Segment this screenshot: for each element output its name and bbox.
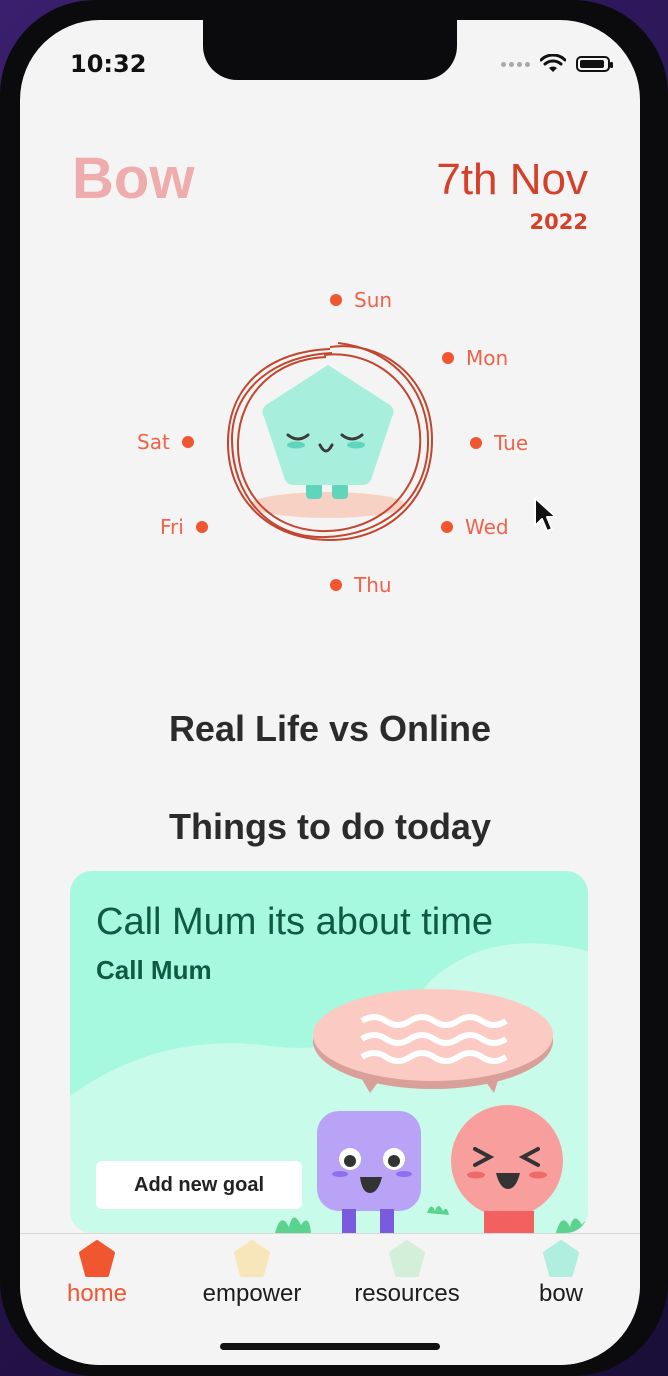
- section-things-to-do: Things to do today: [169, 806, 491, 847]
- day-label: Thu: [354, 573, 392, 597]
- day-dot: [195, 521, 208, 533]
- date-label: 7th Nov: [436, 155, 588, 204]
- todo-subtitle: Call Mum: [96, 955, 212, 985]
- day-dot: [442, 352, 454, 364]
- add-new-goal-button[interactable]: Add new goal: [96, 1161, 302, 1209]
- tab-home[interactable]: home: [22, 1234, 172, 1324]
- day-label: Tue: [494, 431, 529, 455]
- section-real-life: Real Life vs Online: [168, 708, 492, 749]
- tab-empower[interactable]: empower: [177, 1234, 327, 1324]
- tab-label: home: [66, 1280, 128, 1307]
- day-label: Sat: [137, 430, 170, 454]
- day-label: Mon: [466, 346, 509, 370]
- wifi-icon: [540, 54, 566, 72]
- day-label: Fri: [160, 515, 184, 539]
- day-tue[interactable]: Tue: [470, 431, 528, 455]
- tab-bow[interactable]: bow: [486, 1234, 636, 1324]
- day-fri[interactable]: Fri: [160, 515, 208, 539]
- home-indicator[interactable]: [220, 1343, 440, 1350]
- day-dot: [181, 436, 194, 448]
- day-dot: [330, 579, 342, 591]
- day-label: Sun: [354, 288, 393, 312]
- notch: [203, 20, 457, 80]
- app-screen: 10:32 Bow 7th Nov 2022 Sun Mon Tue Wed T…: [20, 20, 640, 1365]
- mouse-cursor-icon: [534, 497, 557, 532]
- mascot-foot-left: [306, 483, 322, 499]
- todo-card[interactable]: Call Mum its about time Call Mum Add new…: [70, 871, 588, 1233]
- home-icon: [79, 1240, 115, 1277]
- tab-label: resources: [354, 1280, 460, 1307]
- cellular-signal-icon: [501, 61, 530, 67]
- day-sun[interactable]: Sun: [330, 288, 392, 312]
- day-mon[interactable]: Mon: [442, 346, 508, 370]
- resources-icon: [389, 1240, 425, 1277]
- status-icons: [501, 54, 613, 74]
- mascot-body: [262, 365, 394, 485]
- status-time: 10:32: [70, 50, 147, 78]
- empower-icon: [234, 1240, 270, 1277]
- day-label: Wed: [465, 515, 509, 539]
- mascot-foot-right: [332, 483, 348, 499]
- year-label: 2022: [529, 210, 588, 234]
- day-dot: [330, 294, 342, 306]
- day-dot: [441, 521, 453, 533]
- day-thu[interactable]: Thu: [330, 573, 392, 597]
- tab-label: bow: [538, 1280, 584, 1307]
- battery-icon: [576, 56, 613, 72]
- todo-heading: Call Mum its about time: [96, 901, 494, 943]
- day-wed[interactable]: Wed: [441, 515, 509, 539]
- day-sat[interactable]: Sat: [137, 430, 194, 454]
- mascot-illustration[interactable]: [220, 335, 442, 550]
- app-title: Bow: [72, 146, 195, 211]
- bow-icon: [543, 1240, 579, 1277]
- day-dot: [470, 437, 482, 449]
- tab-label: empower: [202, 1280, 302, 1307]
- tab-resources[interactable]: resources: [332, 1234, 482, 1324]
- phone-frame: 10:32 Bow 7th Nov 2022 Sun Mon Tue Wed T…: [0, 0, 668, 1376]
